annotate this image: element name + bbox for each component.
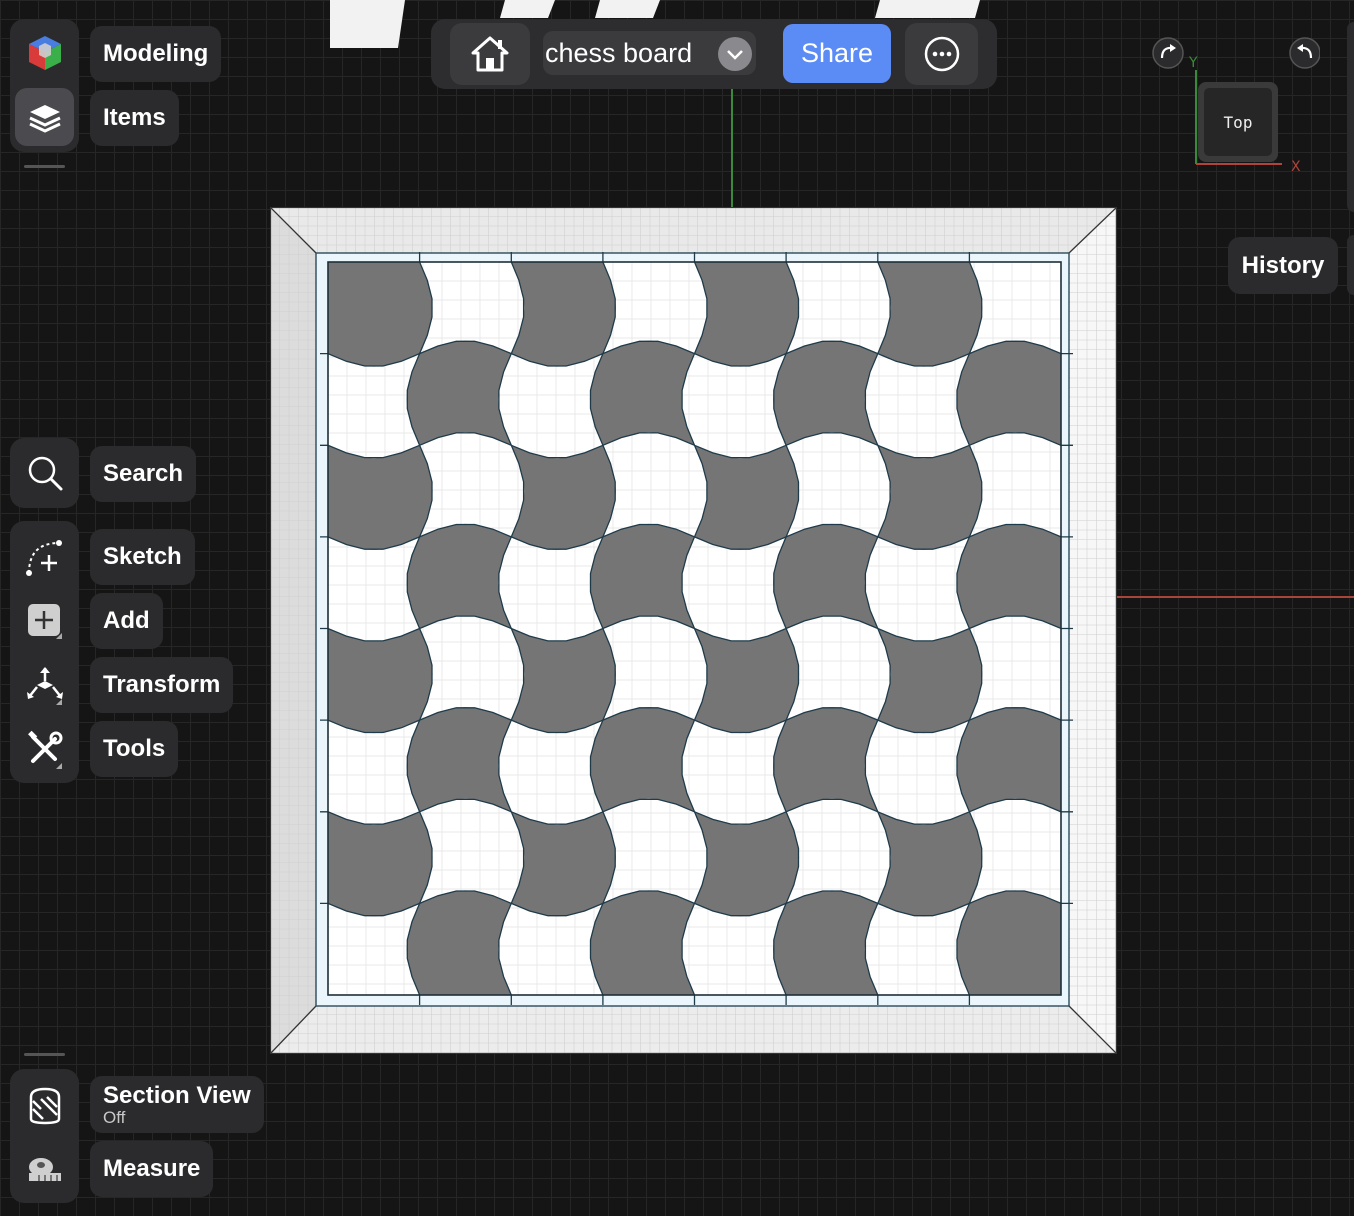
board-square-dark[interactable] bbox=[328, 262, 433, 367]
board-square-dark[interactable] bbox=[511, 811, 616, 917]
history-button[interactable]: History bbox=[1228, 237, 1338, 294]
board-square-dark[interactable] bbox=[406, 523, 512, 629]
modeling-label[interactable]: Modeling bbox=[90, 26, 222, 82]
board-square-dark[interactable] bbox=[694, 628, 800, 734]
board-square-dark[interactable] bbox=[328, 445, 433, 550]
document-name-field[interactable]: chess board bbox=[543, 31, 756, 75]
x-axis-line bbox=[1116, 596, 1354, 598]
board-square-dark[interactable] bbox=[328, 811, 433, 917]
document-menu-chevron[interactable] bbox=[718, 37, 752, 71]
search-button[interactable] bbox=[10, 441, 79, 505]
view-cube[interactable]: Top Y X bbox=[1150, 36, 1320, 176]
board-square-dark[interactable] bbox=[694, 262, 800, 367]
board-square-dark[interactable] bbox=[406, 340, 512, 446]
add-icon bbox=[27, 604, 62, 639]
items-button[interactable] bbox=[15, 88, 74, 146]
board-square-dark[interactable] bbox=[773, 707, 878, 812]
board-square-dark[interactable] bbox=[589, 340, 695, 446]
board-square-dark[interactable] bbox=[956, 707, 1061, 812]
transform-label[interactable]: Transform bbox=[90, 657, 234, 713]
board-square-dark[interactable] bbox=[877, 628, 983, 734]
section-view-label[interactable]: Section View Off bbox=[90, 1076, 264, 1133]
board-square-dark[interactable] bbox=[511, 262, 616, 367]
section-view-status: Off bbox=[103, 1107, 126, 1127]
sidebar-separator-bottom bbox=[24, 1053, 65, 1056]
more-icon bbox=[924, 36, 959, 72]
redo-button[interactable] bbox=[1152, 37, 1184, 69]
board-square-dark[interactable] bbox=[589, 707, 695, 812]
right-panel-edge-2 bbox=[1347, 235, 1354, 295]
add-button[interactable] bbox=[10, 589, 79, 653]
share-button[interactable]: Share bbox=[783, 24, 891, 83]
view-cube-face-label: Top bbox=[1224, 113, 1253, 132]
board-square-dark[interactable] bbox=[956, 890, 1061, 995]
sketch-icon bbox=[25, 540, 62, 576]
x-axis-label: X bbox=[1291, 159, 1301, 175]
measure-button[interactable] bbox=[10, 1137, 79, 1201]
layers-icon bbox=[28, 105, 61, 133]
board-square-dark[interactable] bbox=[877, 445, 983, 550]
transform-button[interactable] bbox=[10, 653, 79, 717]
section-view-button[interactable] bbox=[10, 1073, 79, 1137]
sketch-label[interactable]: Sketch bbox=[90, 529, 195, 585]
home-button[interactable] bbox=[450, 23, 530, 85]
board-square-dark[interactable] bbox=[406, 707, 512, 812]
y-axis-label: Y bbox=[1188, 55, 1198, 71]
items-label[interactable]: Items bbox=[90, 90, 179, 146]
board-square-dark[interactable] bbox=[956, 340, 1061, 446]
tools-icon bbox=[27, 730, 62, 769]
board-square-dark[interactable] bbox=[406, 890, 512, 995]
board-square-dark[interactable] bbox=[773, 523, 878, 629]
add-label[interactable]: Add bbox=[90, 593, 163, 649]
y-axis-line bbox=[731, 89, 733, 209]
sidebar-separator-top bbox=[24, 165, 65, 168]
board-square-dark[interactable] bbox=[589, 523, 695, 629]
measure-tape-icon bbox=[28, 1158, 61, 1181]
board-square-dark[interactable] bbox=[511, 445, 616, 550]
board-square-dark[interactable] bbox=[694, 445, 800, 550]
board-square-dark[interactable] bbox=[589, 890, 695, 995]
undo-button[interactable] bbox=[1289, 37, 1320, 69]
cube-icon bbox=[28, 36, 61, 70]
home-icon bbox=[471, 36, 509, 72]
board-square-dark[interactable] bbox=[511, 628, 616, 734]
document-name: chess board bbox=[545, 37, 693, 68]
sketch-button[interactable] bbox=[10, 525, 79, 589]
section-view-icon bbox=[29, 1087, 60, 1125]
board-square-dark[interactable] bbox=[694, 811, 800, 917]
board-square-dark[interactable] bbox=[877, 811, 983, 917]
modeling-button[interactable] bbox=[10, 21, 79, 85]
tools-label[interactable]: Tools bbox=[90, 721, 179, 777]
tools-button[interactable] bbox=[10, 717, 79, 781]
transform-icon bbox=[26, 667, 63, 705]
search-icon bbox=[28, 456, 62, 491]
chevron-down-icon bbox=[727, 50, 743, 60]
measure-label[interactable]: Measure bbox=[90, 1141, 214, 1197]
right-panel-edge bbox=[1347, 22, 1354, 212]
board-square-dark[interactable] bbox=[956, 523, 1061, 629]
board-square-dark[interactable] bbox=[877, 262, 983, 367]
chess-board-model[interactable] bbox=[270, 207, 1117, 1054]
search-label[interactable]: Search bbox=[90, 446, 197, 502]
board-square-dark[interactable] bbox=[773, 340, 878, 446]
top-toolbar: chess board Share bbox=[431, 19, 997, 89]
board-square-dark[interactable] bbox=[328, 628, 433, 734]
board-square-dark[interactable] bbox=[773, 890, 878, 995]
more-button[interactable] bbox=[905, 23, 978, 85]
